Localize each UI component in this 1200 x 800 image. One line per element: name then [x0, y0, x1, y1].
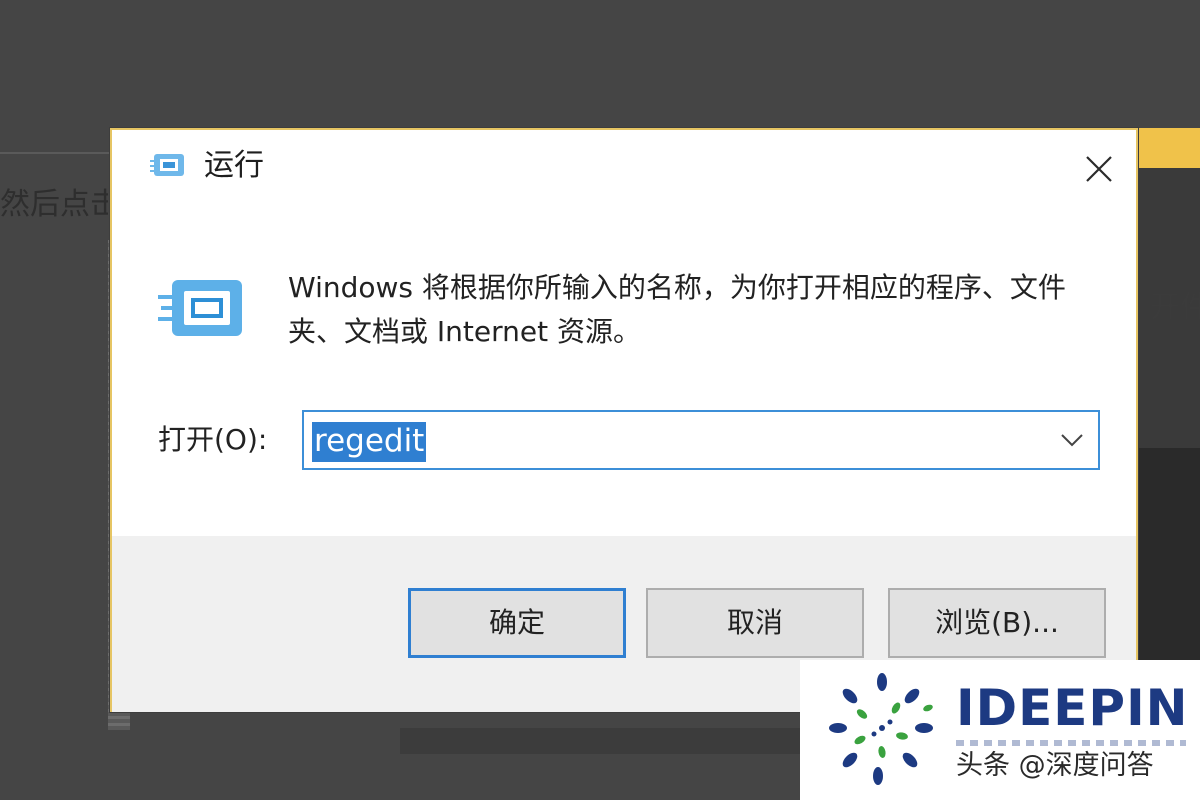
background-divider: [0, 152, 110, 154]
watermark-brand: IDEEPIN: [956, 679, 1189, 737]
run-dialog: 运行 Windows 将根据你所输入的名称，为你打开相应的程序、文件夹、文档或 …: [110, 128, 1138, 712]
dialog-description: Windows 将根据你所输入的名称，为你打开相应的程序、文件夹、文档或 Int…: [288, 271, 1066, 348]
cancel-button[interactable]: 取消: [646, 588, 864, 658]
open-combobox[interactable]: regedit: [302, 410, 1100, 470]
ideepin-logo-icon: [824, 668, 940, 792]
dropdown-button[interactable]: [1052, 418, 1092, 462]
close-icon: [1086, 156, 1112, 182]
run-program-icon: [158, 278, 244, 342]
background-strip-bottom: [400, 728, 800, 754]
ok-button[interactable]: 确定: [408, 588, 626, 658]
close-button[interactable]: [1070, 142, 1128, 196]
background-strip-right: [1138, 128, 1200, 668]
watermark-caption: 头条 @深度问答: [956, 750, 1154, 781]
watermark: IDEEPIN 头条 @深度问答: [800, 660, 1200, 800]
chevron-down-icon: [1061, 434, 1083, 447]
dialog-content: Windows 将根据你所输入的名称，为你打开相应的程序、文件夹、文档或 Int…: [112, 208, 1136, 536]
dialog-title: 运行: [204, 148, 264, 183]
title-bar[interactable]: 运行: [112, 130, 1136, 208]
run-icon: [150, 152, 186, 180]
command-input[interactable]: regedit: [312, 422, 427, 462]
background-text-right: 开件: [1150, 290, 1200, 325]
open-label: 打开(O):: [158, 423, 268, 456]
browse-button[interactable]: 浏览(B)...: [888, 588, 1106, 658]
background-text-left: 然后点击: [0, 187, 108, 222]
